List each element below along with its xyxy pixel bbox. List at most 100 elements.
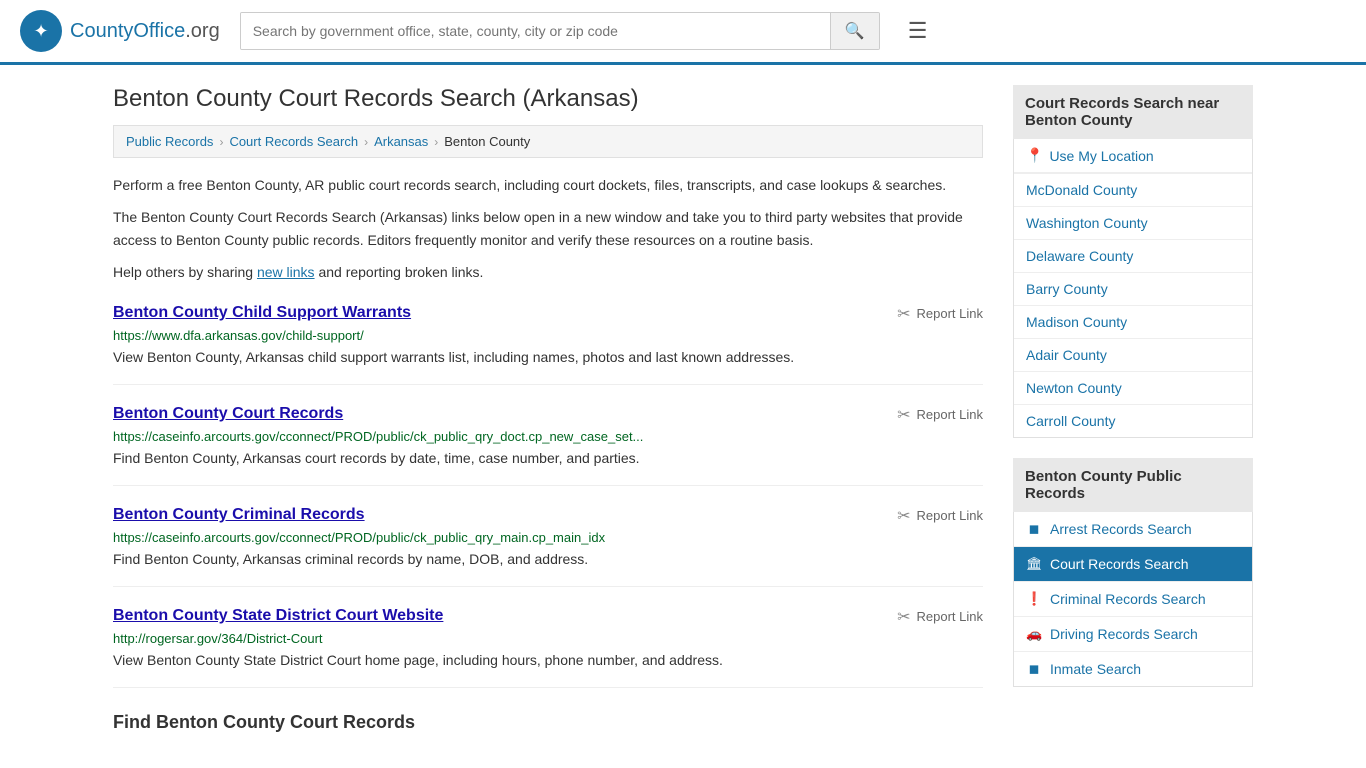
result-title-3[interactable]: Benton County State District Court Websi… (113, 607, 443, 625)
result-header: Benton County Child Support Warrants ✂ R… (113, 304, 983, 324)
nearby-county-item[interactable]: Madison County (1014, 306, 1252, 339)
result-url-3[interactable]: http://rogersar.gov/364/District-Court (113, 631, 983, 646)
result-item: Benton County Child Support Warrants ✂ R… (113, 304, 983, 385)
breadcrumb: Public Records › Court Records Search › … (113, 125, 983, 158)
breadcrumb-court-records[interactable]: Court Records Search (229, 134, 358, 149)
search-bar: 🔍 (240, 12, 880, 50)
nearby-county-link-1[interactable]: Washington County (1014, 207, 1252, 239)
result-url-1[interactable]: https://caseinfo.arcourts.gov/cconnect/P… (113, 429, 983, 444)
nearby-county-link-0[interactable]: McDonald County (1014, 174, 1252, 206)
breadcrumb-sep-2: › (364, 135, 368, 149)
breadcrumb-sep-1: › (219, 135, 223, 149)
breadcrumb-sep-3: › (434, 135, 438, 149)
report-link-label: Report Link (917, 508, 983, 523)
nearby-county-item[interactable]: Adair County (1014, 339, 1252, 372)
rec-label-3: Driving Records Search (1050, 626, 1198, 642)
menu-icon: ☰ (908, 18, 928, 43)
public-record-item[interactable]: 🏛 Court Records Search (1014, 547, 1252, 582)
report-icon: ✂ (897, 405, 910, 425)
search-input[interactable] (241, 13, 830, 49)
report-link-button-0[interactable]: ✂ Report Link (897, 304, 983, 324)
main-container: Benton County Court Records Search (Arka… (83, 65, 1283, 753)
result-item: Benton County State District Court Websi… (113, 607, 983, 688)
nearby-title: Court Records Search near Benton County (1013, 85, 1253, 139)
use-location-item[interactable]: 📍 Use My Location (1014, 139, 1252, 174)
rec-label-1: Court Records Search (1050, 556, 1189, 572)
use-location-link[interactable]: 📍 Use My Location (1014, 139, 1252, 173)
results-container: Benton County Child Support Warrants ✂ R… (113, 304, 983, 688)
result-header: Benton County State District Court Websi… (113, 607, 983, 627)
report-icon: ✂ (897, 304, 910, 324)
description-2: The Benton County Court Records Search (… (113, 206, 983, 251)
breadcrumb-public-records[interactable]: Public Records (126, 134, 213, 149)
menu-button[interactable]: ☰ (900, 14, 936, 48)
rec-icon-4: ◼ (1026, 661, 1042, 677)
find-heading: Find Benton County Court Records (113, 712, 983, 733)
report-link-button-1[interactable]: ✂ Report Link (897, 405, 983, 425)
result-title-2[interactable]: Benton County Criminal Records (113, 506, 365, 524)
report-icon: ✂ (897, 506, 910, 526)
result-desc-3: View Benton County State District Court … (113, 650, 983, 671)
result-item: Benton County Criminal Records ✂ Report … (113, 506, 983, 587)
rec-label-4: Inmate Search (1050, 661, 1141, 677)
nearby-county-link-5[interactable]: Adair County (1014, 339, 1252, 371)
result-header: Benton County Court Records ✂ Report Lin… (113, 405, 983, 425)
nearby-county-item[interactable]: McDonald County (1014, 174, 1252, 207)
public-record-link-3[interactable]: 🚗 Driving Records Search (1014, 617, 1252, 651)
nearby-county-item[interactable]: Barry County (1014, 273, 1252, 306)
sidebar: Court Records Search near Benton County … (1013, 85, 1253, 733)
site-header: ✦ CountyOffice.org 🔍 ☰ (0, 0, 1366, 65)
description-3: Help others by sharing new links and rep… (113, 261, 983, 283)
public-record-item[interactable]: 🚗 Driving Records Search (1014, 617, 1252, 652)
location-icon: 📍 (1026, 147, 1043, 164)
page-title: Benton County Court Records Search (Arka… (113, 85, 983, 113)
nearby-county-link-3[interactable]: Barry County (1014, 273, 1252, 305)
breadcrumb-arkansas[interactable]: Arkansas (374, 134, 428, 149)
nearby-county-item[interactable]: Carroll County (1014, 405, 1252, 437)
public-record-item[interactable]: ❗ Criminal Records Search (1014, 582, 1252, 617)
report-link-label: Report Link (917, 306, 983, 321)
result-title-0[interactable]: Benton County Child Support Warrants (113, 304, 411, 322)
nearby-county-item[interactable]: Newton County (1014, 372, 1252, 405)
result-item: Benton County Court Records ✂ Report Lin… (113, 405, 983, 486)
logo-label: CountyOffice.org (70, 20, 220, 43)
public-record-item[interactable]: ◼ Inmate Search (1014, 652, 1252, 686)
nearby-county-link-7[interactable]: Carroll County (1014, 405, 1252, 437)
nearby-county-link-2[interactable]: Delaware County (1014, 240, 1252, 272)
public-record-link-4[interactable]: ◼ Inmate Search (1014, 652, 1252, 686)
result-desc-0: View Benton County, Arkansas child suppo… (113, 347, 983, 368)
public-records-section: Benton County Public Records ◼ Arrest Re… (1013, 458, 1253, 687)
breadcrumb-benton: Benton County (444, 134, 530, 149)
public-record-link-0[interactable]: ◼ Arrest Records Search (1014, 512, 1252, 546)
result-url-0[interactable]: https://www.dfa.arkansas.gov/child-suppo… (113, 328, 983, 343)
rec-icon-3: 🚗 (1026, 626, 1042, 642)
report-link-label: Report Link (917, 609, 983, 624)
result-desc-1: Find Benton County, Arkansas court recor… (113, 448, 983, 469)
public-records-title: Benton County Public Records (1013, 458, 1253, 512)
report-link-button-3[interactable]: ✂ Report Link (897, 607, 983, 627)
nearby-county-link-6[interactable]: Newton County (1014, 372, 1252, 404)
nearby-county-item[interactable]: Delaware County (1014, 240, 1252, 273)
search-button[interactable]: 🔍 (830, 13, 879, 49)
public-records-list: ◼ Arrest Records Search 🏛 Court Records … (1013, 512, 1253, 687)
nearby-section: Court Records Search near Benton County … (1013, 85, 1253, 438)
result-title-1[interactable]: Benton County Court Records (113, 405, 343, 423)
nearby-county-item[interactable]: Washington County (1014, 207, 1252, 240)
use-location-label: Use My Location (1049, 148, 1153, 164)
report-link-button-2[interactable]: ✂ Report Link (897, 506, 983, 526)
public-record-link-2[interactable]: ❗ Criminal Records Search (1014, 582, 1252, 616)
site-logo[interactable]: ✦ CountyOffice.org (20, 10, 220, 52)
new-links-link[interactable]: new links (257, 264, 315, 280)
rec-label-2: Criminal Records Search (1050, 591, 1206, 607)
content-area: Benton County Court Records Search (Arka… (113, 85, 983, 733)
public-record-item[interactable]: ◼ Arrest Records Search (1014, 512, 1252, 547)
nearby-county-link-4[interactable]: Madison County (1014, 306, 1252, 338)
rec-icon-0: ◼ (1026, 521, 1042, 537)
description-1: Perform a free Benton County, AR public … (113, 174, 983, 196)
search-icon: 🔍 (845, 23, 865, 40)
public-record-link-1[interactable]: 🏛 Court Records Search (1014, 547, 1252, 581)
rec-icon-1: 🏛 (1026, 556, 1042, 572)
report-icon: ✂ (897, 607, 910, 627)
result-url-2[interactable]: https://caseinfo.arcourts.gov/cconnect/P… (113, 530, 983, 545)
result-desc-2: Find Benton County, Arkansas criminal re… (113, 549, 983, 570)
